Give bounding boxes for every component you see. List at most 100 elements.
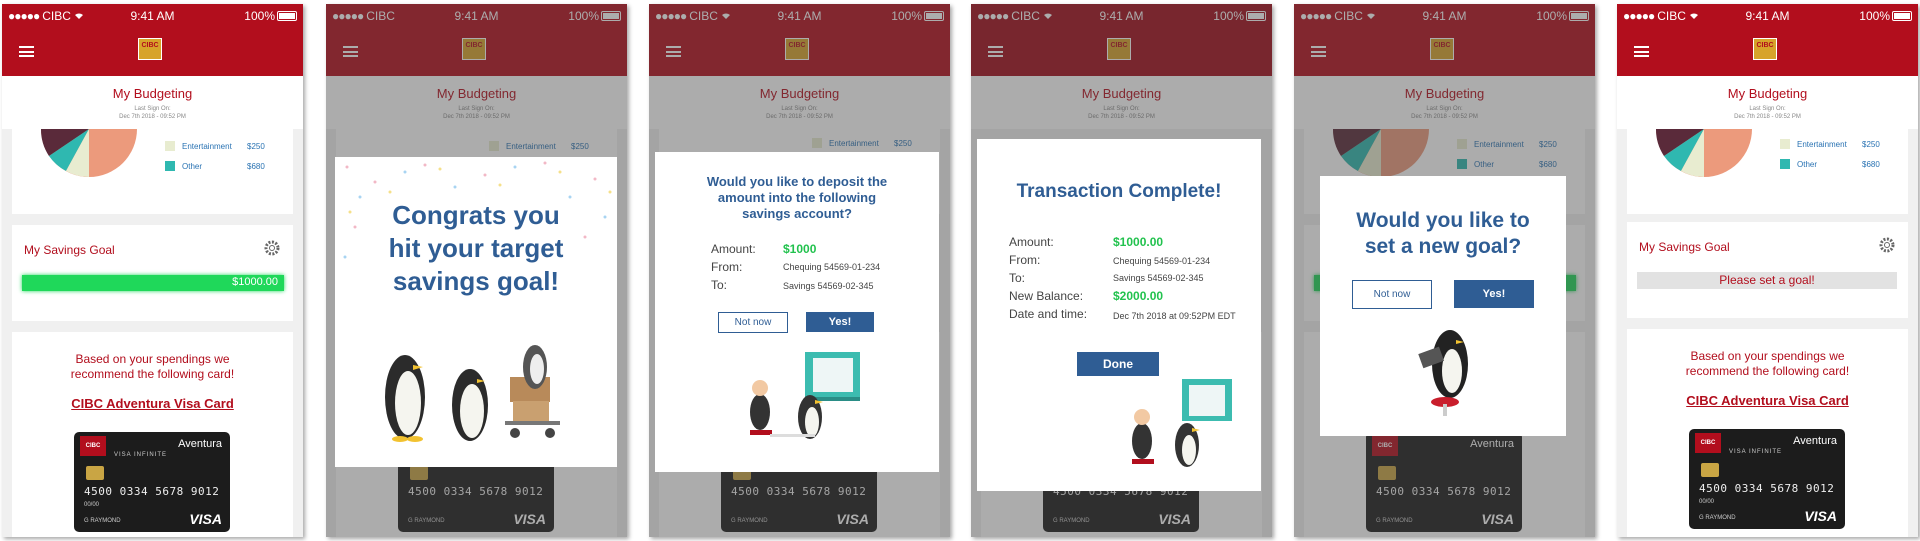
from-label: From: [1009, 253, 1041, 267]
last-sign-label: Last Sign On: [134, 106, 171, 112]
congrats-line: savings goal! [392, 266, 560, 296]
transaction-complete-title: Transaction Complete! [1016, 181, 1222, 202]
app-header: ●●●●● CIBC 9:41 AM 100% CIBC [1617, 4, 1918, 76]
yes-button[interactable]: Yes! [806, 312, 874, 332]
cibc-logo: CIBC [1753, 38, 1777, 60]
visa-card-name: Aventura [178, 438, 222, 450]
battery-icon [1892, 11, 1912, 21]
savings-progress-bar: $1000.00 [22, 275, 284, 291]
legend-swatch [165, 141, 175, 151]
visa-card-holder: G RAYMOND [84, 518, 121, 524]
penguin-banker-illustration [1132, 379, 1232, 467]
screen-budget-no-goal: ●●●●● CIBC 9:41 AM 100% CIBC My Budgeting… [1617, 4, 1918, 537]
recommendation-card: Based on your spendings we recommend the … [12, 332, 293, 537]
legend-value: $680 [247, 162, 265, 171]
legend-label: Entertainment [1797, 140, 1847, 149]
visa-card-image: CIBC Aventura VISA INFINITE 4500 0334 56… [74, 432, 230, 532]
last-sign-value: Dec 7th 2018 - 09:52 PM [1734, 114, 1801, 120]
deposit-modal: Would you like to deposit the amount int… [655, 152, 939, 472]
new-balance-value: $2000.00 [1113, 289, 1164, 303]
legend-swatch [1780, 139, 1790, 149]
new-goal-line: Would you like to [1356, 209, 1530, 232]
new-balance-label: New Balance: [1009, 289, 1084, 303]
visa-card-brand: CIBC [1695, 433, 1721, 453]
amount-value: $1000.00 [1113, 235, 1164, 249]
to-value: Savings 54569-02-345 [1113, 273, 1204, 283]
visa-card-number: 4500 0334 5678 9012 [84, 485, 220, 498]
page-title: My Budgeting [112, 86, 193, 101]
visa-card-tier: VISA INFINITE [114, 452, 168, 458]
status-bar: ●●●●● CIBC 9:41 AM 100% [2, 4, 303, 30]
screen-congrats: ●●●●● CIBC 9:41 AM 100% CIBC My Budgeting… [326, 4, 627, 537]
recommendation-text: Based on your spendings we [1690, 349, 1845, 363]
legend-label: Other [1797, 160, 1818, 169]
status-bar: ●●●●● CIBC 9:41 AM 100% [1617, 4, 1918, 30]
gear-icon[interactable] [263, 239, 281, 257]
deposit-question-line: amount into the following [717, 190, 877, 205]
card-link[interactable]: CIBC Adventura Visa Card [1627, 393, 1908, 408]
from-value: Chequing 54569-01-234 [783, 262, 881, 272]
legend-value: $250 [1862, 140, 1880, 149]
not-now-button[interactable]: Not now [1352, 280, 1432, 309]
to-value: Savings 54569-02-345 [783, 281, 874, 291]
recommendation-text: Based on your spendings we [75, 352, 230, 366]
recommendation-text: recommend the following card! [70, 367, 235, 381]
amount-value: $1000 [783, 242, 817, 256]
visa-card-number: 4500 0334 5678 9012 [1699, 482, 1835, 495]
yes-button[interactable]: Yes! [1454, 280, 1534, 308]
visa-card-brand: CIBC [80, 436, 106, 456]
legend-swatch [1780, 159, 1790, 169]
new-goal-question: Would you like to set a new goal? [1320, 208, 1566, 260]
legend-swatch [165, 161, 175, 171]
set-goal-prompt[interactable]: Please set a goal! [1637, 272, 1897, 289]
last-sign-label: Last Sign On: [1749, 106, 1786, 112]
hamburger-menu-icon[interactable] [19, 46, 34, 57]
savings-goal-title: My Savings Goal [1639, 240, 1730, 254]
chip-icon [1701, 463, 1719, 477]
legend-value: $680 [1862, 160, 1880, 169]
from-value: Chequing 54569-01-234 [1113, 256, 1211, 266]
page-header: My Budgeting Last Sign On: Dec 7th 2018 -… [2, 76, 303, 129]
congrats-modal: Congrats you hit your target savings goa… [335, 157, 617, 467]
amount-label: Amount: [711, 242, 756, 256]
savings-goal-card: My Savings Goal Please set a goal! [1627, 222, 1908, 318]
congrats-line: hit your target [388, 233, 564, 263]
new-goal-modal: Would you like to set a new goal? Not no… [1320, 176, 1566, 436]
budget-pie-chart [40, 129, 137, 177]
to-label: To: [711, 278, 728, 292]
not-now-button[interactable]: Not now [718, 312, 788, 333]
budget-chart-card: Entertainment $250 Other $680 [12, 129, 293, 214]
date-time-label: Date and time: [1009, 307, 1088, 321]
savings-amount: $1000.00 [232, 276, 278, 288]
battery-percent: 100% [244, 9, 275, 23]
app-header: ●●●●● CIBC 9:41 AM 100% CIBC [2, 4, 303, 76]
savings-goal-title: My Savings Goal [24, 243, 115, 257]
page-header: My Budgeting Last Sign On: Dec 7th 2018 -… [1617, 76, 1918, 129]
cibc-logo: CIBC [138, 38, 162, 60]
visa-card-expiry: 00/00 [1699, 499, 1715, 505]
card-link[interactable]: CIBC Adventura Visa Card [12, 396, 293, 411]
last-sign-value: Dec 7th 2018 - 09:52 PM [119, 114, 186, 120]
transaction-complete-modal: Transaction Complete! Amount: $1000.00 F… [977, 139, 1261, 491]
visa-network-logo: VISA [1804, 508, 1837, 524]
gear-icon[interactable] [1878, 236, 1896, 254]
visa-card-holder: G RAYMOND [1699, 515, 1736, 521]
hamburger-menu-icon[interactable] [1634, 46, 1649, 57]
from-label: From: [711, 260, 743, 274]
visa-network-logo: VISA [189, 511, 222, 527]
legend-value: $250 [247, 142, 265, 151]
screen-budget: ●●●●● CIBC 9:41 AM 100% CIBC My Budgeting… [2, 4, 303, 537]
visa-card-image: CIBC Aventura VISA INFINITE 4500 0334 56… [1689, 429, 1845, 529]
budget-pie-chart [1655, 129, 1752, 177]
visa-card-expiry: 00/00 [84, 502, 100, 508]
screen-deposit: ●●●●● CIBC 9:41 AM 100% CIBC My Budgeting… [649, 4, 950, 537]
penguin-banker-illustration [750, 352, 860, 439]
screen-transaction-complete: ●●●●● CIBC 9:41 AM 100% CIBC My Budgeting… [971, 4, 1272, 537]
legend-label: Entertainment [182, 142, 232, 151]
congrats-line: Congrats you [392, 200, 560, 230]
done-button[interactable]: Done [1077, 352, 1159, 376]
recommendation-text: recommend the following card! [1685, 364, 1850, 378]
legend-label: Other [182, 162, 203, 171]
visa-card-name: Aventura [1793, 435, 1837, 447]
screen-new-goal: ●●●●● CIBC 9:41 AM 100% CIBC My Budgeting… [1294, 4, 1595, 537]
